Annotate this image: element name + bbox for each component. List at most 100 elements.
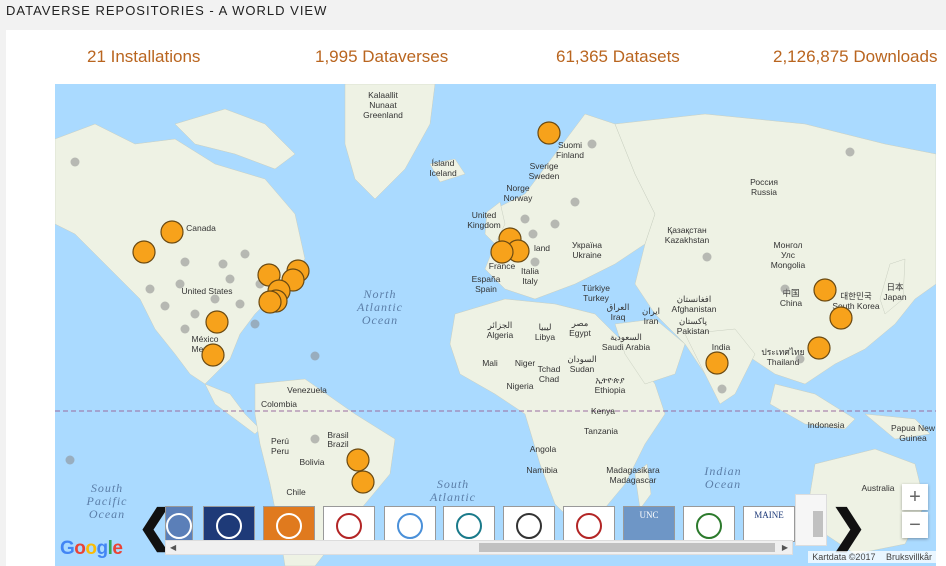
svg-text:land: land (534, 243, 550, 253)
dataverse-logo-1[interactable] (165, 506, 193, 542)
logo-emblem (336, 513, 362, 539)
activity-dot (180, 257, 190, 267)
carousel-vertical-scrollbar[interactable] (795, 494, 827, 546)
installation-marker[interactable] (258, 290, 282, 314)
svg-text:Қазақстан: Қазақстан (667, 225, 707, 235)
installation-marker[interactable] (132, 240, 156, 264)
svg-text:Nunaat: Nunaat (369, 100, 397, 110)
logo-emblem (696, 513, 722, 539)
svg-text:Thailand: Thailand (767, 357, 800, 367)
blue-circles-logo[interactable] (384, 506, 436, 542)
activity-dot (550, 219, 560, 229)
installation-marker[interactable] (829, 306, 853, 330)
svg-text:Sverige: Sverige (530, 161, 559, 171)
activity-dot (570, 197, 580, 207)
installation-marker[interactable] (160, 220, 184, 244)
svg-text:Madagascar: Madagascar (610, 475, 657, 485)
svg-text:Nigeria: Nigeria (507, 381, 534, 391)
activity-dot (528, 229, 538, 239)
svg-text:España: España (472, 274, 501, 284)
orange-building-logo[interactable] (263, 506, 315, 542)
university-seal-logo[interactable] (503, 506, 555, 542)
unc-logo[interactable]: UNC (623, 506, 675, 542)
svg-text:Atlantic: Atlantic (429, 490, 476, 504)
activity-dot (175, 279, 185, 289)
green-shield-logo[interactable] (683, 506, 735, 542)
installation-marker[interactable] (346, 448, 370, 472)
logo-emblem (576, 513, 602, 539)
svg-text:Japan: Japan (883, 292, 906, 302)
installation-marker[interactable] (705, 351, 729, 375)
svg-text:Papua New: Papua New (891, 423, 936, 433)
red-seal-logo[interactable] (323, 506, 375, 542)
page-title: DATAVERSE REPOSITORIES - A WORLD VIEW (6, 3, 328, 18)
activity-dot (180, 324, 190, 334)
activity-dot (235, 299, 245, 309)
svg-text:ليبيا: ليبيا (539, 322, 552, 332)
svg-text:Niger: Niger (515, 358, 535, 368)
svg-text:Venezuela: Venezuela (287, 385, 327, 395)
svg-text:Italy: Italy (522, 276, 538, 286)
svg-text:Colombia: Colombia (261, 399, 297, 409)
installation-marker[interactable] (490, 240, 514, 264)
map-footer: Kartdata ©2017 Bruksvillkår (808, 551, 936, 563)
svg-text:Ocean: Ocean (89, 507, 125, 521)
svg-text:Chile: Chile (286, 487, 306, 497)
svg-text:Italia: Italia (521, 266, 539, 276)
carousel-next-button[interactable]: ❯ (830, 505, 867, 549)
svg-text:Kazakhstan: Kazakhstan (665, 235, 710, 245)
carousel-horizontal-scrollbar[interactable]: ◀ ▶ (165, 540, 793, 555)
logo-text: UNC (639, 510, 659, 520)
zoom-in-button[interactable]: + (902, 484, 928, 510)
svg-text:Norge: Norge (506, 183, 529, 193)
installation-marker[interactable] (537, 121, 561, 145)
activity-dot (587, 139, 597, 149)
svg-text:Tchad: Tchad (538, 364, 561, 374)
zoom-out-button[interactable]: − (902, 512, 928, 538)
svg-text:Egypt: Egypt (569, 328, 591, 338)
google-logo: Google (60, 538, 123, 559)
johns-hopkins-logo[interactable] (203, 506, 255, 542)
svg-text:Libya: Libya (535, 332, 556, 342)
svg-text:Kenya: Kenya (591, 406, 615, 416)
logo-emblem (166, 513, 192, 539)
indian-ocean-label: Indian (703, 464, 741, 478)
map-attribution: Kartdata ©2017 (812, 552, 876, 562)
logo-emblem (456, 513, 482, 539)
logo-emblem (216, 513, 242, 539)
terms-link[interactable]: Bruksvillkår (886, 552, 932, 562)
svg-text:Afghanistan: Afghanistan (672, 304, 717, 314)
svg-text:Algeria: Algeria (487, 330, 514, 340)
svg-text:Brazil: Brazil (327, 439, 348, 449)
installation-marker[interactable] (205, 310, 229, 334)
svg-text:Sudan: Sudan (570, 364, 595, 374)
svg-text:Ísland: Ísland (432, 158, 455, 168)
svg-text:Saudi Arabia: Saudi Arabia (602, 342, 650, 352)
svg-text:Ocean: Ocean (705, 477, 741, 491)
svg-text:Peru: Peru (271, 446, 289, 456)
svg-text:Indonesia: Indonesia (808, 420, 845, 430)
installation-marker[interactable] (807, 336, 831, 360)
blue-star-logo[interactable] (443, 506, 495, 542)
maine-logo[interactable]: MAINE (743, 506, 795, 542)
svg-text:Kalaallit: Kalaallit (368, 90, 398, 100)
installation-marker[interactable] (201, 343, 225, 367)
svg-text:Sweden: Sweden (529, 171, 560, 181)
svg-text:Ukraine: Ukraine (572, 250, 602, 260)
svg-text:Україна: Україна (572, 240, 602, 250)
scrollbar-thumb[interactable] (479, 543, 775, 552)
svg-text:Iraq: Iraq (611, 312, 626, 322)
activity-dot (520, 214, 530, 224)
installation-marker[interactable] (351, 470, 375, 494)
logo-emblem (276, 513, 302, 539)
activity-dot (190, 309, 200, 319)
svg-text:Россия: Россия (750, 177, 778, 187)
activity-dot (218, 259, 228, 269)
activity-dot (210, 294, 220, 304)
svg-text:Russia: Russia (751, 187, 777, 197)
svg-text:Spain: Spain (475, 284, 497, 294)
installation-marker[interactable] (813, 278, 837, 302)
red-compass-logo[interactable] (563, 506, 615, 542)
svg-text:Türkiye: Türkiye (582, 283, 610, 293)
datasets-count: 61,365 Datasets (556, 47, 680, 66)
